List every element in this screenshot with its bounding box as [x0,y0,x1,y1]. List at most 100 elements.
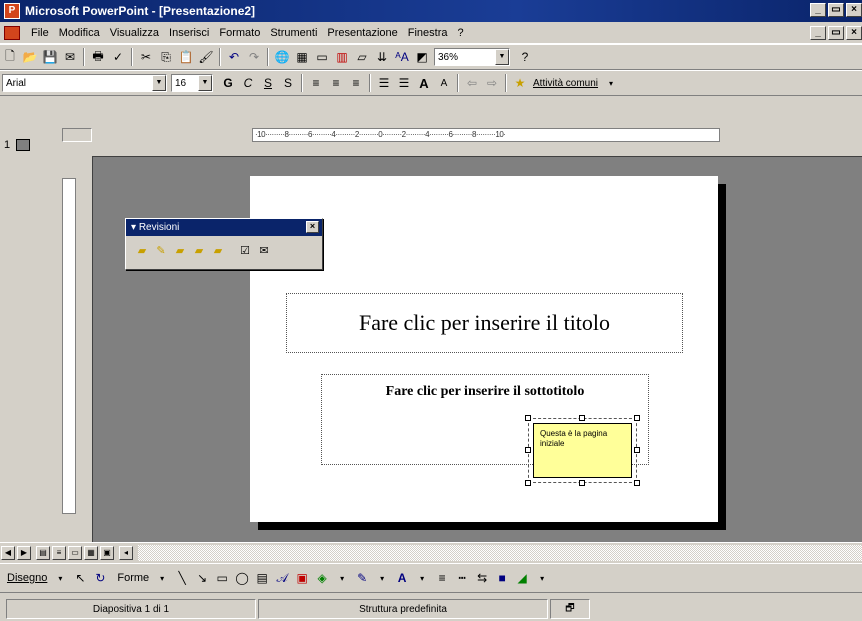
chevron-down-icon[interactable]: ▼ [495,49,509,65]
minimize-button[interactable]: _ [810,3,826,17]
select-pointer-icon[interactable]: ↖ [71,569,89,587]
save-icon[interactable]: 💾 [41,48,59,66]
outline-view-icon[interactable]: ≡ [52,545,66,560]
grayscale-icon[interactable]: ◩ [413,48,431,66]
copy-icon[interactable]: ⎘ [157,48,175,66]
doc-restore-button[interactable]: ▭ [828,26,844,40]
menu-inserisci[interactable]: Inserisci [164,27,214,39]
underline-button[interactable]: S [259,74,277,92]
horizontal-ruler[interactable]: ·10·········8·········6·········4·······… [252,128,720,142]
hyperlink-icon[interactable]: 🌐 [273,48,291,66]
align-right-icon[interactable]: ≡ [347,74,365,92]
expand-icon[interactable]: ⇊ [373,48,391,66]
cut-icon[interactable]: ✂ [137,48,155,66]
next-comment-icon[interactable]: ▰ [210,242,226,258]
menu-file[interactable]: File [26,27,54,39]
clipart-icon[interactable]: ▣ [293,569,311,587]
chevron-down-icon[interactable]: ▾ [602,74,620,92]
revisioni-titlebar[interactable]: ▾ Revisioni × [126,219,322,236]
chevron-down-icon[interactable]: ▾ [373,569,391,587]
menu-finestra[interactable]: Finestra [403,27,453,39]
new-icon[interactable]: 🗋 [1,48,19,66]
increase-font-icon[interactable]: A [415,74,433,92]
oval-icon[interactable]: ◯ [233,569,251,587]
line-color-icon[interactable]: ✎ [353,569,371,587]
spelling-icon[interactable]: ✓ [109,48,127,66]
resize-handle[interactable] [525,447,531,453]
title-placeholder[interactable]: Fare clic per inserire il titolo [286,293,683,353]
close-button[interactable]: × [846,3,862,17]
powerpoint-icon[interactable]: P [4,3,20,19]
redo-icon[interactable]: ↷ [245,48,263,66]
font-size-select[interactable]: 16 ▼ [171,74,213,92]
undo-icon[interactable]: ↶ [225,48,243,66]
doc-close-button[interactable]: × [846,26,862,40]
edit-comment-icon[interactable]: ✎ [153,242,169,258]
table-icon[interactable]: ▦ [293,48,311,66]
dash-style-icon[interactable]: ┅ [453,569,471,587]
resize-handle[interactable] [579,480,585,486]
3d-icon[interactable]: ◢ [513,569,531,587]
numbering-icon[interactable]: ☰ [375,74,393,92]
menu-strumenti[interactable]: Strumenti [265,27,322,39]
fill-color-icon[interactable]: ◈ [313,569,331,587]
chevron-down-icon[interactable]: ▼ [198,75,212,91]
new-slide-icon[interactable]: ▱ [353,48,371,66]
chevron-down-icon[interactable]: ▾ [333,569,351,587]
chevron-down-icon[interactable]: ▾ [153,569,171,587]
arrow-icon[interactable]: ↘ [193,569,211,587]
demote-icon[interactable]: ⇨ [483,74,501,92]
menu-presentazione[interactable]: Presentazione [322,27,402,39]
line-icon[interactable]: ╲ [173,569,191,587]
shadow-button[interactable]: S [279,74,297,92]
paste-icon[interactable]: 📋 [177,48,195,66]
delete-comment-icon[interactable]: ☑ [237,242,253,258]
zoom-select[interactable]: 36% ▼ [434,48,510,66]
document-icon[interactable] [4,25,20,40]
send-email-icon[interactable]: ✉ [256,242,272,258]
scroll-left-arrow-icon[interactable]: ◂ [119,545,133,560]
previous-comment-icon[interactable]: ▰ [191,242,207,258]
line-style-icon[interactable]: ≡ [433,569,451,587]
animation-icon[interactable]: ★ [511,74,529,92]
slide-show-icon[interactable]: ▣ [100,545,114,560]
doc-minimize-button[interactable]: _ [810,26,826,40]
rectangle-icon[interactable]: ▭ [213,569,231,587]
common-tasks-button[interactable]: Attività comuni [530,78,601,89]
chevron-down-icon[interactable]: ▼ [152,75,166,91]
decrease-font-icon[interactable]: A [435,74,453,92]
scroll-left-icon[interactable]: ◀ [1,545,15,560]
slide-icon[interactable] [16,139,30,151]
menu-formato[interactable]: Formato [214,27,265,39]
maximize-button[interactable]: ▭ [828,3,844,17]
horizontal-scrollbar[interactable] [138,544,862,561]
revisioni-toolbar[interactable]: ▾ Revisioni × ▰ ✎ ▰ ▰ ▰ ☑ ✉ [125,218,323,270]
align-center-icon[interactable]: ≡ [327,74,345,92]
free-rotate-icon[interactable]: ↻ [91,569,109,587]
shadow-icon[interactable]: ■ [493,569,511,587]
format-painter-icon[interactable]: 🖌 [197,48,215,66]
resize-handle[interactable] [634,447,640,453]
scroll-right-icon[interactable]: ▶ [17,545,31,560]
align-left-icon[interactable]: ≡ [307,74,325,92]
help-icon[interactable]: ? [516,48,534,66]
chevron-down-icon[interactable]: ▾ [51,569,69,587]
vertical-ruler[interactable] [62,178,76,514]
textbox-icon[interactable]: ▤ [253,569,271,587]
bold-button[interactable]: G [219,74,237,92]
font-color-icon[interactable]: A [393,569,411,587]
resize-handle[interactable] [525,480,531,486]
draw-menu-button[interactable]: Disegno [4,572,50,584]
slide-sorter-icon[interactable]: ▦ [84,545,98,560]
insert-comment-icon[interactable]: ▰ [134,242,150,258]
show-comments-icon[interactable]: ▰ [172,242,188,258]
close-icon[interactable]: × [306,221,319,233]
autoshapes-menu-button[interactable]: Forme [114,572,152,584]
comment-note[interactable]: Questa è la pagina iniziale [533,423,632,478]
resize-handle[interactable] [634,415,640,421]
wordart-icon[interactable]: 𝒜 [273,569,291,587]
menu-modifica[interactable]: Modifica [54,27,105,39]
email-icon[interactable]: ✉ [61,48,79,66]
arrow-style-icon[interactable]: ⇆ [473,569,491,587]
formatting-icon[interactable]: ᴬA [393,48,411,66]
